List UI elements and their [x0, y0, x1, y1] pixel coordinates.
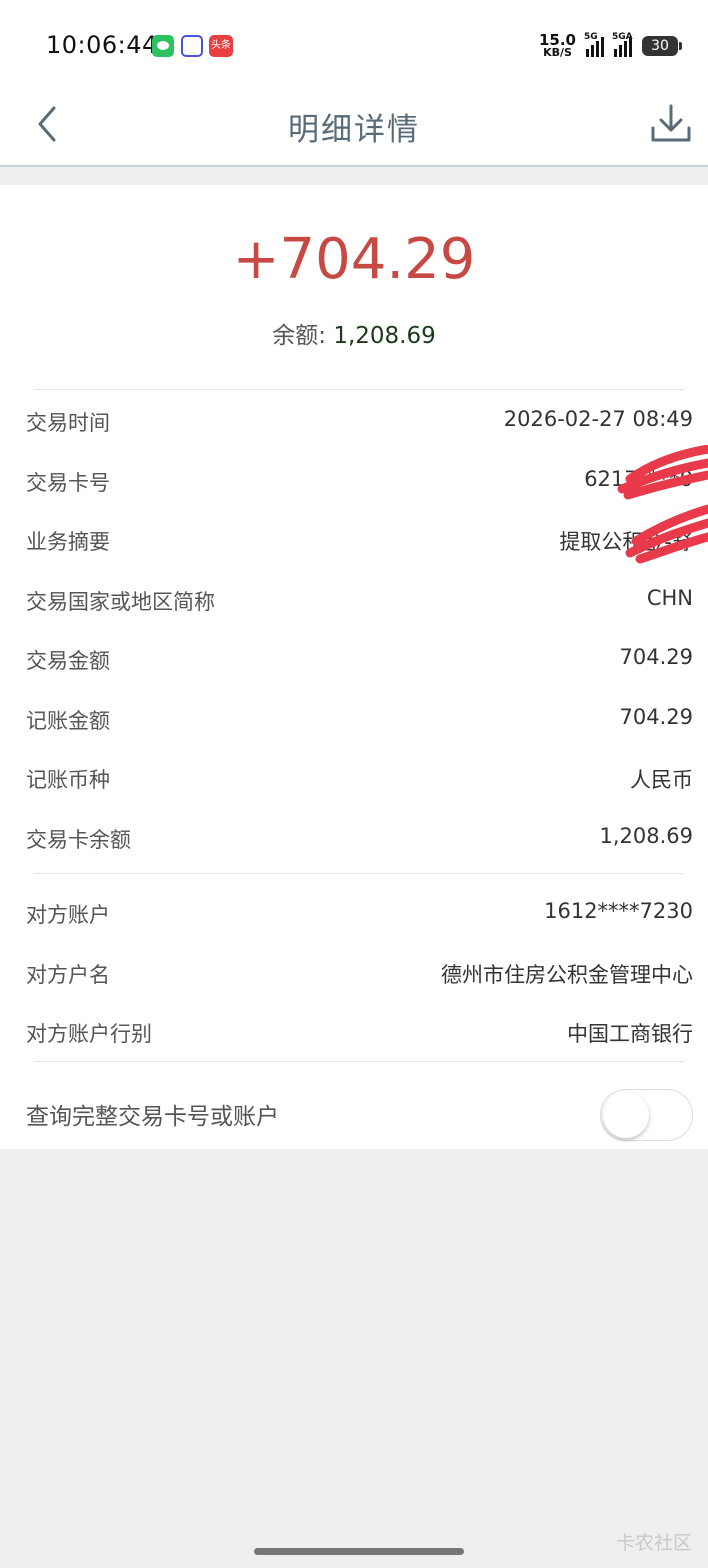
toggle-knob [603, 1092, 649, 1138]
full-number-toggle[interactable] [600, 1089, 693, 1141]
home-indicator[interactable] [254, 1548, 464, 1555]
signal-5ga-icon: 5GA [612, 31, 633, 57]
detail-label: 交易金额 [26, 649, 110, 673]
watermark: 卡农社区 [616, 1532, 693, 1554]
detail-label: 交易时间 [26, 411, 110, 435]
download-icon [651, 104, 691, 142]
network-speed: 15.0 KB/S [538, 31, 576, 59]
detail-label: 对方账户 [26, 903, 110, 927]
balance-value: 1,208.69 [333, 323, 436, 349]
status-time: 10:06:44 [46, 31, 158, 59]
battery-icon: 30 [642, 35, 682, 56]
page-title: 明细详情 [288, 112, 420, 148]
status-indicators: 15.0 KB/S 5G 5GA 30 [538, 31, 682, 59]
detail-row-country: 交易国家或地区简称 CHN [26, 580, 693, 620]
detail-label: 交易卡余额 [26, 828, 131, 852]
detail-row-posted-amount: 记账金额 704.29 [26, 699, 693, 739]
detail-row-summary: 业务摘要 提取公积金-舒 [26, 520, 693, 560]
full-number-toggle-row: 查询完整交易卡号或账户 [26, 1085, 693, 1141]
detail-label: 记账金额 [26, 709, 110, 733]
detail-value: 人民币 [630, 768, 693, 792]
divider [34, 389, 684, 390]
divider [34, 873, 684, 874]
wechat-icon [152, 35, 174, 57]
detail-label: 交易国家或地区简称 [26, 590, 215, 614]
balance-line: 余额: 1,208.69 [0, 316, 708, 350]
detail-row-card-balance: 交易卡余额 1,208.69 [26, 818, 693, 858]
nav-bar: 明细详情 [0, 90, 708, 167]
detail-label: 交易卡号 [26, 471, 110, 495]
detail-row-counterparty-name: 对方户名 德州市住房公积金管理中心 [26, 953, 693, 993]
signal-5g-icon: 5G [584, 31, 604, 57]
transaction-detail-card: +704.29 余额: 1,208.69 交易时间 2026-02-27 08:… [0, 185, 708, 1149]
detail-row-card-number: 交易卡号 6217****0 [26, 461, 693, 501]
detail-value: CHN [646, 586, 693, 610]
status-bar: 10:06:44 头条 15.0 KB/S 5G 5GA 30 [0, 0, 708, 90]
signal-5g-label: 5G [584, 31, 598, 42]
network-speed-unit: KB/S [543, 46, 572, 59]
detail-label: 对方账户行别 [26, 1022, 152, 1046]
detail-row-time: 交易时间 2026-02-27 08:49 [26, 401, 693, 441]
detail-label: 业务摘要 [26, 530, 110, 554]
signal-5ga-label: 5GA [612, 31, 633, 42]
detail-value: 1612****7230 [544, 899, 693, 923]
network-speed-value: 15.0 [538, 31, 576, 49]
toutiao-icon: 头条 [209, 35, 233, 57]
detail-value: 704.29 [619, 645, 693, 669]
detail-row-amount: 交易金额 704.29 [26, 639, 693, 679]
detail-label: 记账币种 [26, 768, 110, 792]
download-button[interactable] [650, 102, 692, 146]
transaction-amount: +704.29 [232, 227, 476, 292]
app-notification-icon [181, 35, 203, 57]
detail-row-counterparty-account: 对方账户 1612****7230 [26, 893, 693, 933]
detail-value: 中国工商银行 [567, 1022, 693, 1046]
detail-label: 对方户名 [26, 963, 110, 987]
detail-value: 2026-02-27 08:49 [503, 407, 693, 431]
detail-row-counterparty-bank: 对方账户行别 中国工商银行 [26, 1012, 693, 1052]
detail-value: 1,208.69 [599, 824, 693, 848]
divider [34, 1061, 684, 1062]
redaction-scribble [617, 445, 708, 564]
toggle-label: 查询完整交易卡号或账户 [26, 1104, 279, 1130]
balance-label: 余额: [272, 323, 334, 349]
detail-value: 德州市住房公积金管理中心 [441, 963, 693, 987]
detail-row-currency: 记账币种 人民币 [26, 758, 693, 798]
detail-value: 704.29 [619, 705, 693, 729]
